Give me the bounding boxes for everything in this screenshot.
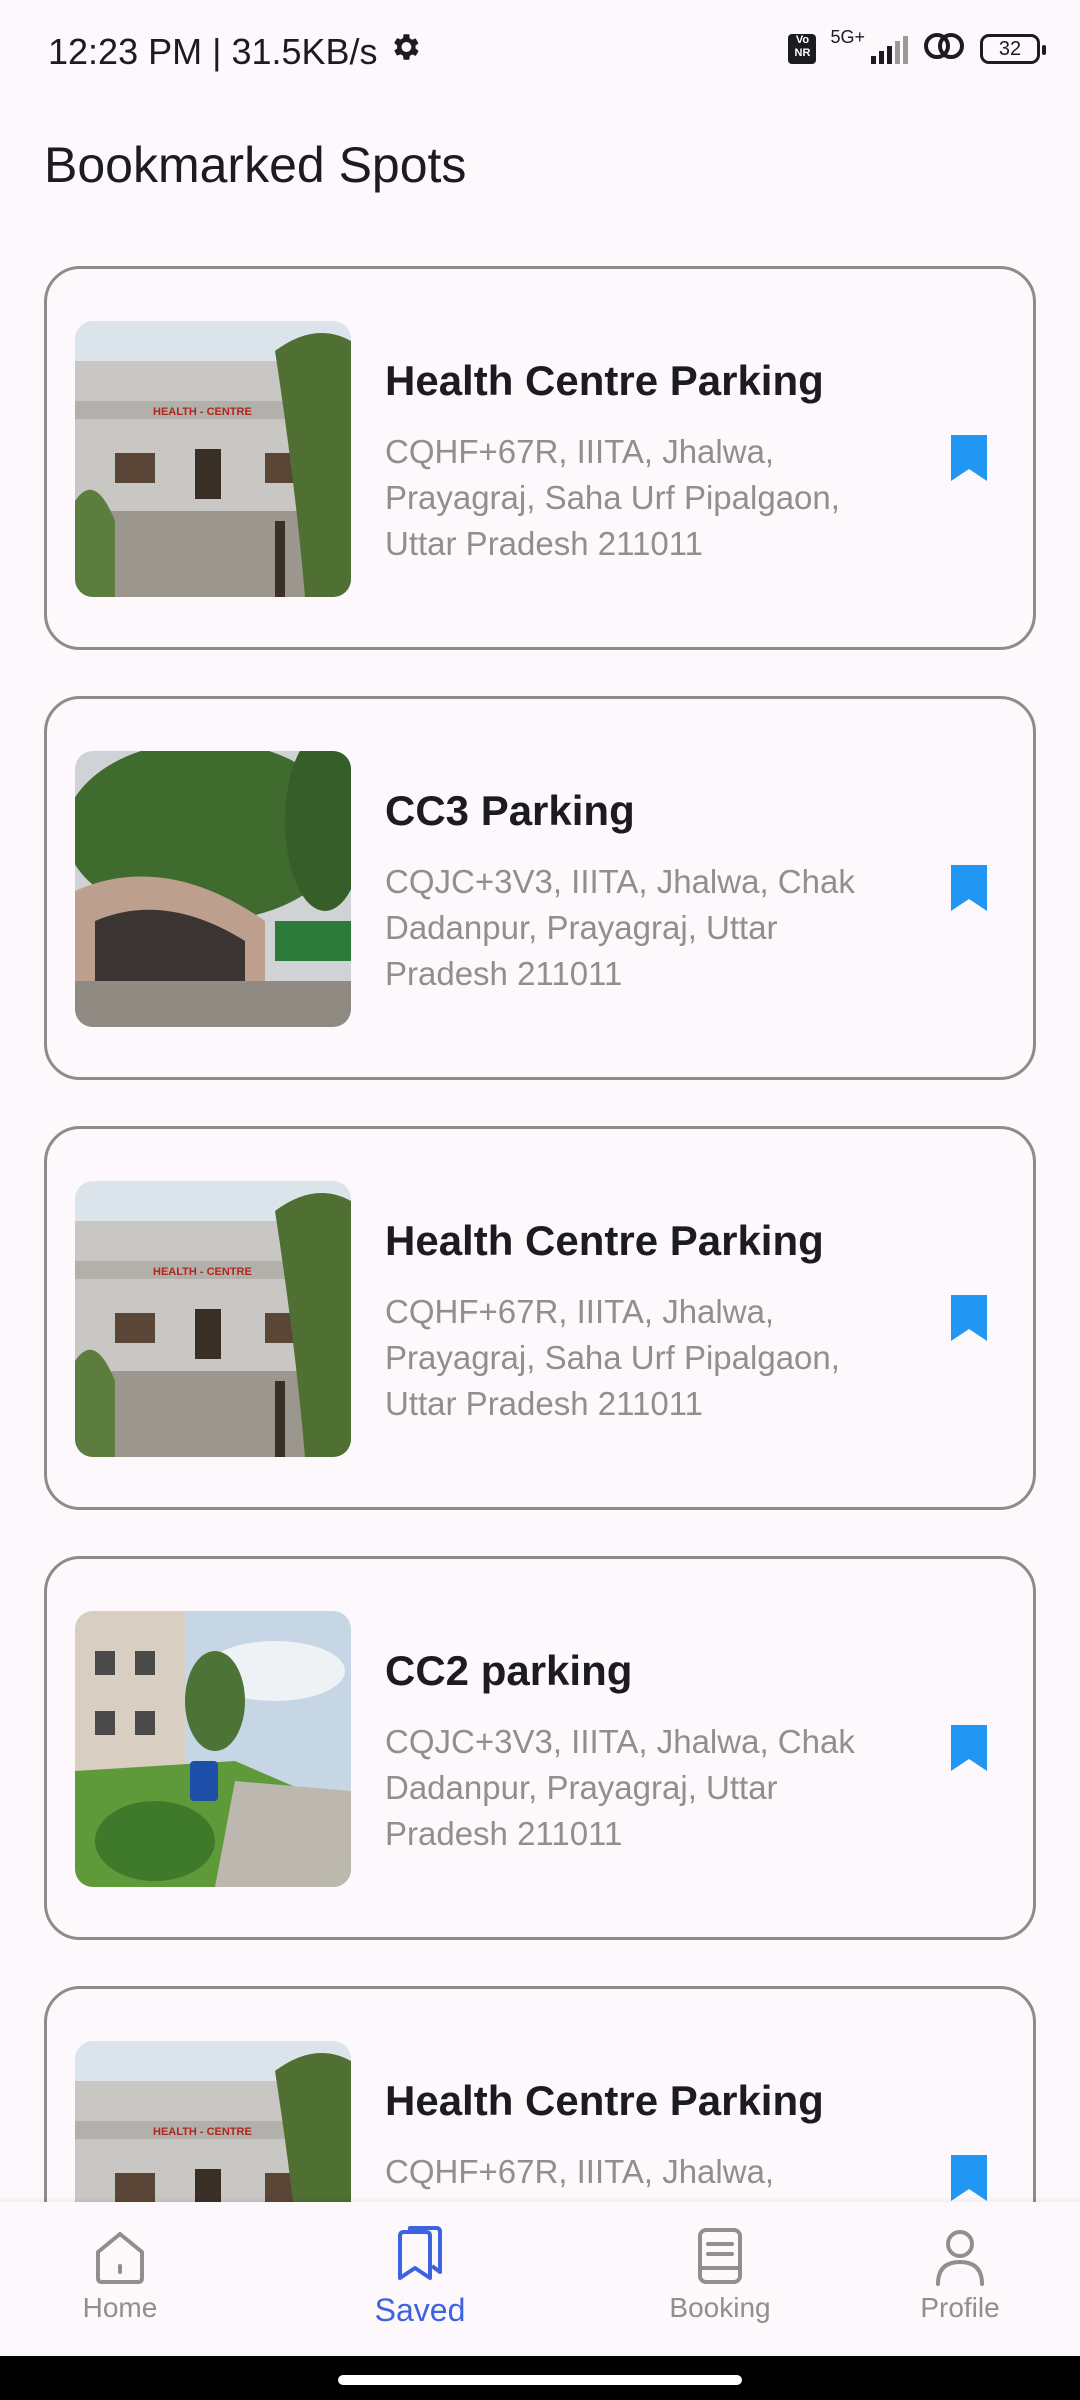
building-sign-text: HEALTH - CENTRE — [153, 2126, 252, 2138]
spot-card[interactable]: CC2 parking CQJC+3V3, IIITA, Jhalwa, Cha… — [44, 1556, 1036, 1940]
spot-address: CQHF+67R, IIITA, Jhalwa, Prayagraj, Saha… — [385, 433, 840, 562]
spot-thumbnail — [75, 1611, 351, 1887]
spot-title: Health Centre Parking — [385, 2077, 824, 2124]
nav-profile[interactable]: Profile — [880, 2224, 1040, 2324]
booking-icon — [698, 2228, 742, 2284]
nav-booking[interactable]: Booking — [640, 2224, 800, 2324]
volte-badge: Vo NR — [788, 34, 817, 64]
battery-icon: 32 — [980, 34, 1046, 64]
profile-icon — [936, 2230, 984, 2286]
bookmark-icon[interactable] — [949, 2153, 989, 2202]
settings-gear-icon — [388, 30, 422, 73]
building-sign-text: HEALTH - CENTRE — [153, 406, 252, 418]
spot-card[interactable]: HEALTH - CENTRE Health Centre Parking CQ… — [44, 1986, 1036, 2202]
spot-address: CQHF+67R, IIITA, Jhalwa, Prayagraj, Saha… — [385, 2153, 840, 2202]
status-left: 12:23 PM | 31.5KB/s — [48, 30, 422, 73]
spot-card[interactable]: HEALTH - CENTRE Health Centre Parking CQ… — [44, 266, 1036, 650]
nav-profile-label: Profile — [920, 2292, 1000, 2323]
bookmark-icon[interactable] — [949, 863, 989, 913]
nav-booking-label: Booking — [669, 2292, 771, 2323]
saved-icon — [398, 2226, 442, 2280]
nav-home-label: Home — [82, 2292, 158, 2323]
spot-thumbnail — [75, 751, 351, 1027]
bottom-navigation: Home Saved Booking Profile — [0, 2202, 1080, 2356]
spot-thumbnail: HEALTH - CENTRE — [75, 321, 351, 597]
status-time-speed: 12:23 PM | 31.5KB/s — [48, 30, 378, 72]
spot-thumbnail: HEALTH - CENTRE — [75, 2041, 351, 2202]
bookmark-icon[interactable] — [949, 433, 989, 483]
home-icon — [96, 2232, 144, 2284]
spot-title: Health Centre Parking — [385, 357, 824, 404]
bookmark-icon[interactable] — [949, 1293, 989, 1343]
status-bar: 12:23 PM | 31.5KB/s Vo NR 5G+ 32 — [0, 0, 1080, 100]
spot-card[interactable]: HEALTH - CENTRE Health Centre Parking CQ… — [44, 1126, 1036, 1510]
link-icon — [922, 30, 966, 68]
home-gesture-bar[interactable] — [338, 2375, 742, 2385]
nav-saved-label: Saved — [374, 2292, 466, 2328]
bookmarked-spots-list[interactable]: HEALTH - CENTRE Health Centre Parking CQ… — [44, 266, 1036, 2202]
page-title: Bookmarked Spots — [44, 137, 467, 193]
spot-title: CC3 Parking — [385, 787, 635, 834]
spot-title: CC2 parking — [385, 1647, 633, 1694]
nav-saved[interactable]: Saved — [340, 2224, 500, 2329]
spot-address: CQHF+67R, IIITA, Jhalwa, Prayagraj, Saha… — [385, 1293, 840, 1422]
spot-thumbnail: HEALTH - CENTRE — [75, 1181, 351, 1457]
building-sign-text: HEALTH - CENTRE — [153, 1266, 252, 1278]
bookmark-icon[interactable] — [949, 1723, 989, 1773]
spot-title: Health Centre Parking — [385, 1217, 824, 1264]
spot-card[interactable]: CC3 Parking CQJC+3V3, IIITA, Jhalwa, Cha… — [44, 696, 1036, 1080]
spot-address: CQJC+3V3, IIITA, Jhalwa, Chak Dadanpur, … — [385, 1723, 855, 1852]
nav-home[interactable]: Home — [40, 2224, 200, 2324]
network-type: 5G+ — [830, 26, 865, 47]
status-right: Vo NR 5G+ 32 — [788, 26, 1046, 68]
spot-address: CQJC+3V3, IIITA, Jhalwa, Chak Dadanpur, … — [385, 863, 855, 992]
signal-strength-icon — [871, 34, 908, 64]
